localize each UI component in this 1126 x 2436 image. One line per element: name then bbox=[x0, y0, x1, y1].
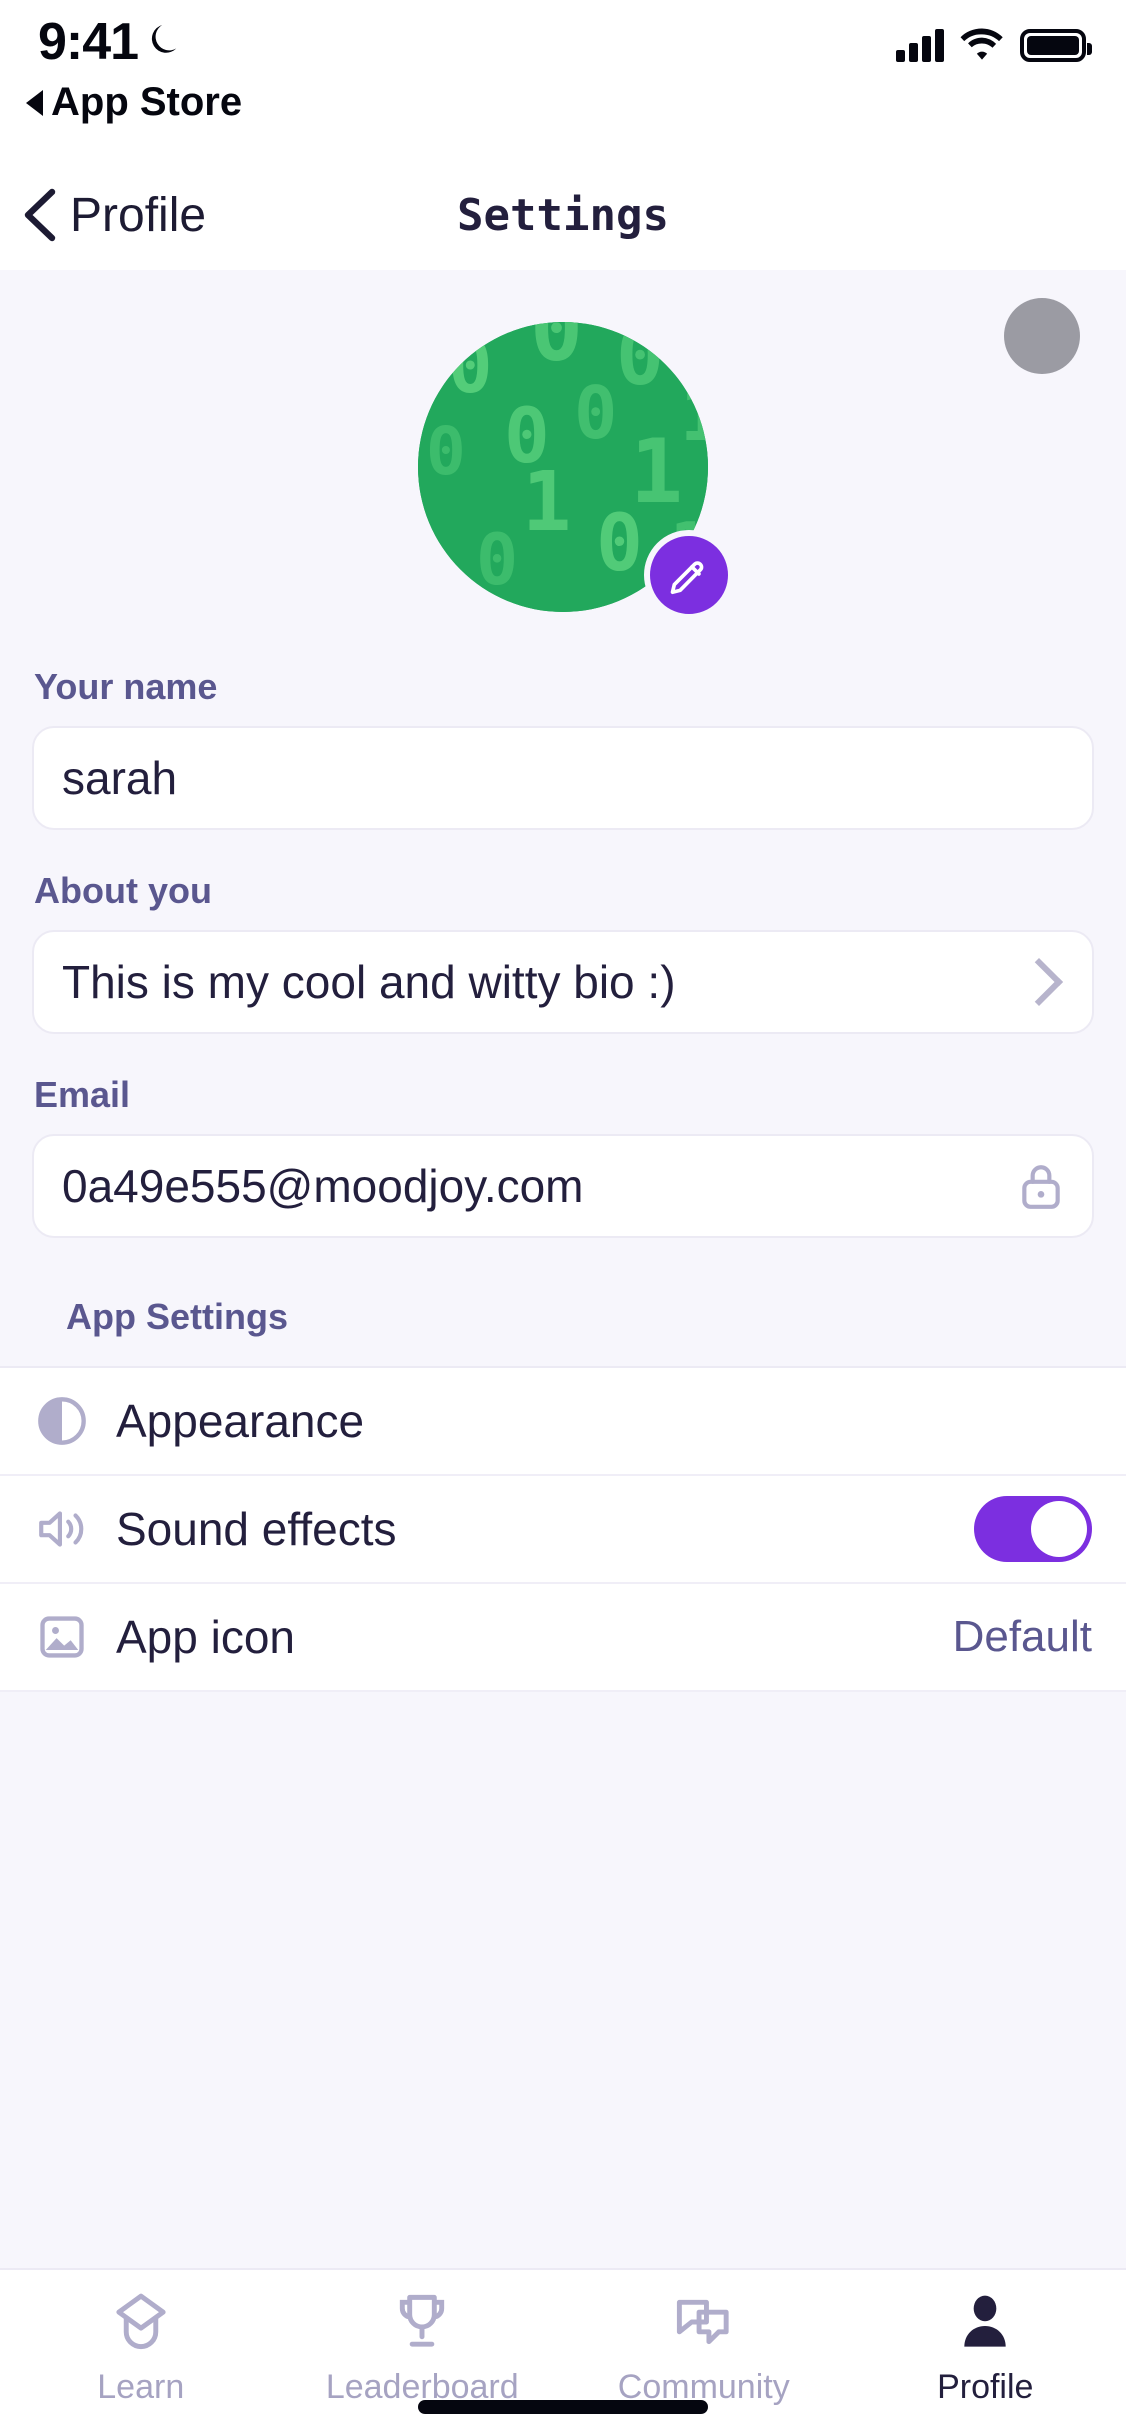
row-app-icon[interactable]: App icon Default bbox=[0, 1584, 1126, 1692]
svg-text:1: 1 bbox=[522, 455, 571, 550]
app-settings-list: Appearance Sound effects App icon Defaul… bbox=[0, 1366, 1126, 1692]
graduation-cap-icon bbox=[116, 2293, 166, 2349]
chevron-right-icon bbox=[1014, 957, 1064, 1007]
moon-icon bbox=[151, 25, 177, 53]
about-you-input[interactable]: This is my cool and witty bio :) bbox=[32, 930, 1094, 1034]
edit-avatar-button[interactable] bbox=[644, 530, 734, 620]
row-label: App icon bbox=[116, 1611, 296, 1663]
tab-profile[interactable]: Profile bbox=[845, 2290, 1126, 2407]
tab-label: Profile bbox=[937, 2368, 1034, 2406]
contrast-circle-icon bbox=[34, 1395, 90, 1447]
person-icon bbox=[964, 2295, 1006, 2347]
status-bar: 9:41 App Store bbox=[0, 0, 1126, 160]
status-indicators bbox=[896, 28, 1092, 62]
status-time-group: 9:41 bbox=[38, 12, 182, 72]
about-you-value: This is my cool and witty bio :) bbox=[62, 956, 676, 1008]
status-back-label: App Store bbox=[51, 80, 243, 124]
chat-bubbles-icon bbox=[676, 2299, 729, 2345]
svg-text:0: 0 bbox=[448, 324, 493, 410]
email-label: Email bbox=[34, 1074, 131, 1115]
battery-full-icon bbox=[1020, 29, 1092, 62]
row-sound-effects[interactable]: Sound effects bbox=[0, 1476, 1126, 1584]
sound-effects-toggle[interactable] bbox=[974, 1496, 1092, 1562]
row-label: Appearance bbox=[116, 1395, 365, 1447]
your-name-input[interactable]: sarah bbox=[32, 726, 1094, 830]
email-input: 0a49e555@moodjoy.com bbox=[32, 1134, 1094, 1238]
your-name-label: Your name bbox=[34, 666, 218, 707]
tab-learn[interactable]: Learn bbox=[0, 2290, 282, 2407]
your-name-value: sarah bbox=[62, 752, 178, 804]
settings-content: 000100011001 Your name sarah About you bbox=[0, 270, 1126, 2268]
status-time: 9:41 bbox=[38, 13, 139, 71]
about-you-label: About you bbox=[34, 870, 212, 911]
tab-community[interactable]: Community bbox=[563, 2290, 845, 2407]
avatar-section: 000100011001 bbox=[418, 322, 734, 620]
back-button[interactable]: Profile bbox=[22, 188, 206, 243]
image-icon bbox=[34, 1611, 90, 1663]
status-back-to-app[interactable]: App Store bbox=[26, 80, 242, 125]
svg-text:0: 0 bbox=[476, 519, 518, 601]
svg-text:1: 1 bbox=[680, 375, 708, 457]
svg-text:0: 0 bbox=[426, 413, 466, 490]
app-icon-value: Default bbox=[952, 1612, 1092, 1661]
wifi-icon bbox=[960, 28, 1003, 60]
tab-label: Learn bbox=[97, 2368, 185, 2406]
trophy-icon bbox=[400, 2294, 445, 2347]
lock-icon bbox=[1022, 1165, 1060, 1209]
field-email: Email 0a49e555@moodjoy.com bbox=[32, 1074, 1094, 1238]
svg-text:0: 0 bbox=[574, 371, 617, 455]
home-indicator bbox=[418, 2400, 708, 2414]
speaker-wave-icon bbox=[34, 1504, 90, 1554]
back-triangle-icon bbox=[26, 89, 43, 116]
svg-text:0: 0 bbox=[596, 499, 643, 589]
email-value: 0a49e555@moodjoy.com bbox=[62, 1160, 584, 1212]
svg-text:0: 0 bbox=[616, 322, 664, 403]
pencil-icon bbox=[670, 561, 704, 595]
cellular-signal-icon bbox=[896, 28, 944, 62]
row-label: Sound effects bbox=[116, 1503, 397, 1555]
field-your-name: Your name sarah bbox=[32, 666, 1094, 830]
avatar-placeholder-dot bbox=[1004, 298, 1080, 374]
nav-bar: Profile Settings bbox=[0, 160, 1126, 270]
back-button-label: Profile bbox=[70, 188, 207, 242]
profile-form: Your name sarah About you This is my coo… bbox=[0, 666, 1126, 1366]
tab-leaderboard[interactable]: Leaderboard bbox=[282, 2290, 564, 2407]
chevron-left-icon bbox=[24, 188, 56, 242]
toggle-knob bbox=[1031, 1501, 1087, 1557]
field-about-you: About you This is my cool and witty bio … bbox=[32, 870, 1094, 1034]
settings-screen: 9:41 App Store Profile Settings 0 0 0 1 … bbox=[0, 0, 1126, 2436]
app-settings-section-label: App Settings bbox=[66, 1296, 288, 1337]
row-appearance[interactable]: Appearance bbox=[0, 1368, 1126, 1476]
